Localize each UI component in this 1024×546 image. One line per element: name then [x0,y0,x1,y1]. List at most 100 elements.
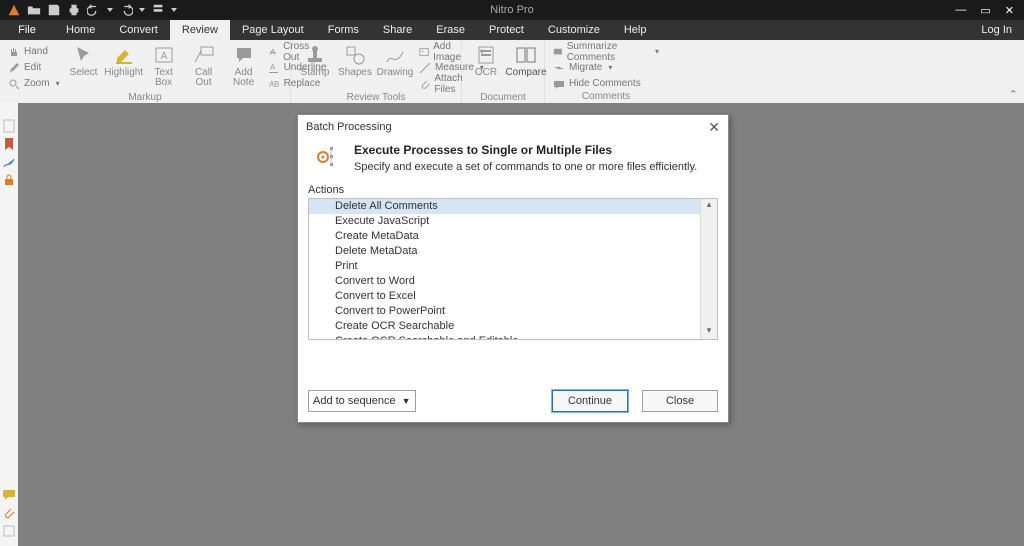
stamp-button[interactable]: Stamp [295,42,335,92]
login-link[interactable]: Log In [969,20,1024,40]
call-out-button[interactable]: CallOut [184,42,224,92]
file-tab[interactable]: File [0,20,54,40]
svg-text:B: B [274,80,279,89]
actions-listbox[interactable]: Delete All Comments Execute JavaScript C… [308,198,718,340]
ribbon-group-document: OCR Compare Document [462,40,545,103]
group-label-document: Document [462,92,544,103]
select-icon [73,44,95,66]
tab-help[interactable]: Help [612,20,659,40]
qat-customize-icon[interactable] [150,2,166,18]
zoom-label: Zoom [24,78,50,89]
add-to-sequence-dropdown[interactable]: Add to sequence ▼ [308,390,416,412]
qat-dropdown-icon[interactable] [170,2,178,18]
highlight-icon [113,44,135,66]
dialog-subline: Specify and execute a set of commands to… [354,161,697,173]
chevron-down-icon: ▾ [608,63,612,72]
security-panel-icon[interactable] [2,173,16,187]
listbox-scrollbar[interactable]: ▴ ▾ [700,199,717,339]
hand-label: Hand [24,46,48,57]
dialog-titlebar: Batch Processing ✕ [298,115,728,139]
print-icon[interactable] [66,2,82,18]
ribbon: Hand Edit Zoom ▾ Select Highlight A TextB… [0,40,1024,104]
list-item[interactable]: Convert to Excel [309,289,717,304]
restore-button[interactable]: ▭ [980,4,990,17]
list-item[interactable]: Execute JavaScript [309,214,717,229]
shapes-button[interactable]: Shapes [335,42,375,92]
text-box-icon: A [153,44,175,66]
redo-icon[interactable] [118,2,134,18]
close-window-button[interactable]: ✕ [1005,4,1014,17]
side-panel-strip [0,103,19,546]
ocr-button[interactable]: OCR [466,42,506,92]
output-panel-icon[interactable] [2,524,16,538]
actions-label: Actions [298,184,728,196]
select-button[interactable]: Select [64,42,104,92]
minimize-button[interactable]: — [955,4,966,17]
list-item[interactable]: Create OCR Searchable and Editable [309,334,717,340]
tab-page-layout[interactable]: Page Layout [230,20,316,40]
quick-access-toolbar [0,2,180,18]
callout-icon [193,44,215,66]
list-item[interactable]: Convert to Word [309,274,717,289]
edit-tool[interactable]: Edit [4,60,64,75]
ocr-icon [475,44,497,66]
ribbon-collapse-icon[interactable]: ⌃ [1009,88,1018,101]
comments-panel-icon[interactable] [2,488,16,502]
tab-home[interactable]: Home [54,20,107,40]
text-box-button[interactable]: A TextBox [144,42,184,92]
zoom-tool[interactable]: Zoom ▾ [4,76,64,91]
close-button[interactable]: Close [642,390,718,412]
compare-icon [515,44,537,66]
add-to-sequence-label: Add to sequence [313,395,396,407]
svg-text:A: A [160,51,167,62]
tab-protect[interactable]: Protect [477,20,536,40]
drawing-button[interactable]: Drawing [375,42,415,92]
undo-dropdown-icon[interactable] [106,2,114,18]
tab-convert[interactable]: Convert [107,20,170,40]
hand-tool[interactable]: Hand [4,44,64,59]
stamp-icon [304,44,326,66]
tab-share[interactable]: Share [371,20,424,40]
dialog-close-button[interactable]: ✕ [708,119,720,136]
pages-panel-icon[interactable] [2,119,16,133]
signatures-panel-icon[interactable] [2,155,16,169]
open-icon[interactable] [26,2,42,18]
attachments-panel-icon[interactable] [2,506,16,520]
dialog-button-row: Add to sequence ▼ Continue Close [308,390,718,412]
chevron-down-icon: ▾ [655,47,659,56]
list-item[interactable]: Delete MetaData [309,244,717,259]
migrate-button[interactable]: Migrate▾ [549,60,663,75]
tab-review[interactable]: Review [170,20,230,40]
group-label-comments: Comments [545,91,667,103]
add-note-button[interactable]: AddNote [224,42,264,92]
tab-forms[interactable]: Forms [316,20,371,40]
svg-text:A: A [270,46,276,56]
redo-dropdown-icon[interactable] [138,2,146,18]
bookmarks-panel-icon[interactable] [2,137,16,151]
list-item[interactable]: Delete All Comments [309,199,717,214]
dialog-headline: Execute Processes to Single or Multiple … [354,143,697,157]
list-item[interactable]: Convert to PowerPoint [309,304,717,319]
continue-button[interactable]: Continue [552,390,628,412]
ribbon-group-review-tools: Stamp Shapes Drawing Add Image▾ Measure▾… [291,40,462,103]
compare-button[interactable]: Compare [506,42,546,92]
highlight-button[interactable]: Highlight [104,42,144,92]
list-item[interactable]: Create MetaData [309,229,717,244]
ribbon-tabs: Home Convert Review Page Layout Forms Sh… [54,20,658,40]
svg-text:A: A [270,63,276,72]
scroll-up-icon[interactable]: ▴ [701,199,717,213]
undo-icon[interactable] [86,2,102,18]
summarize-comments-button[interactable]: Summarize Comments▾ [549,44,663,59]
app-window: Nitro Pro — ▭ ✕ File Home Convert Review… [0,0,1024,546]
tab-customize[interactable]: Customize [536,20,612,40]
list-item[interactable]: Print [309,259,717,274]
save-icon[interactable] [46,2,62,18]
shapes-icon [344,44,366,66]
scroll-down-icon[interactable]: ▾ [701,325,717,339]
tab-erase[interactable]: Erase [424,20,477,40]
ribbon-group-markup: Hand Edit Zoom ▾ Select Highlight A TextB… [0,40,291,103]
window-buttons: — ▭ ✕ [955,4,1024,17]
chevron-down-icon: ▾ [56,79,60,88]
hide-comments-button[interactable]: Hide Comments [549,76,663,91]
list-item[interactable]: Create OCR Searchable [309,319,717,334]
